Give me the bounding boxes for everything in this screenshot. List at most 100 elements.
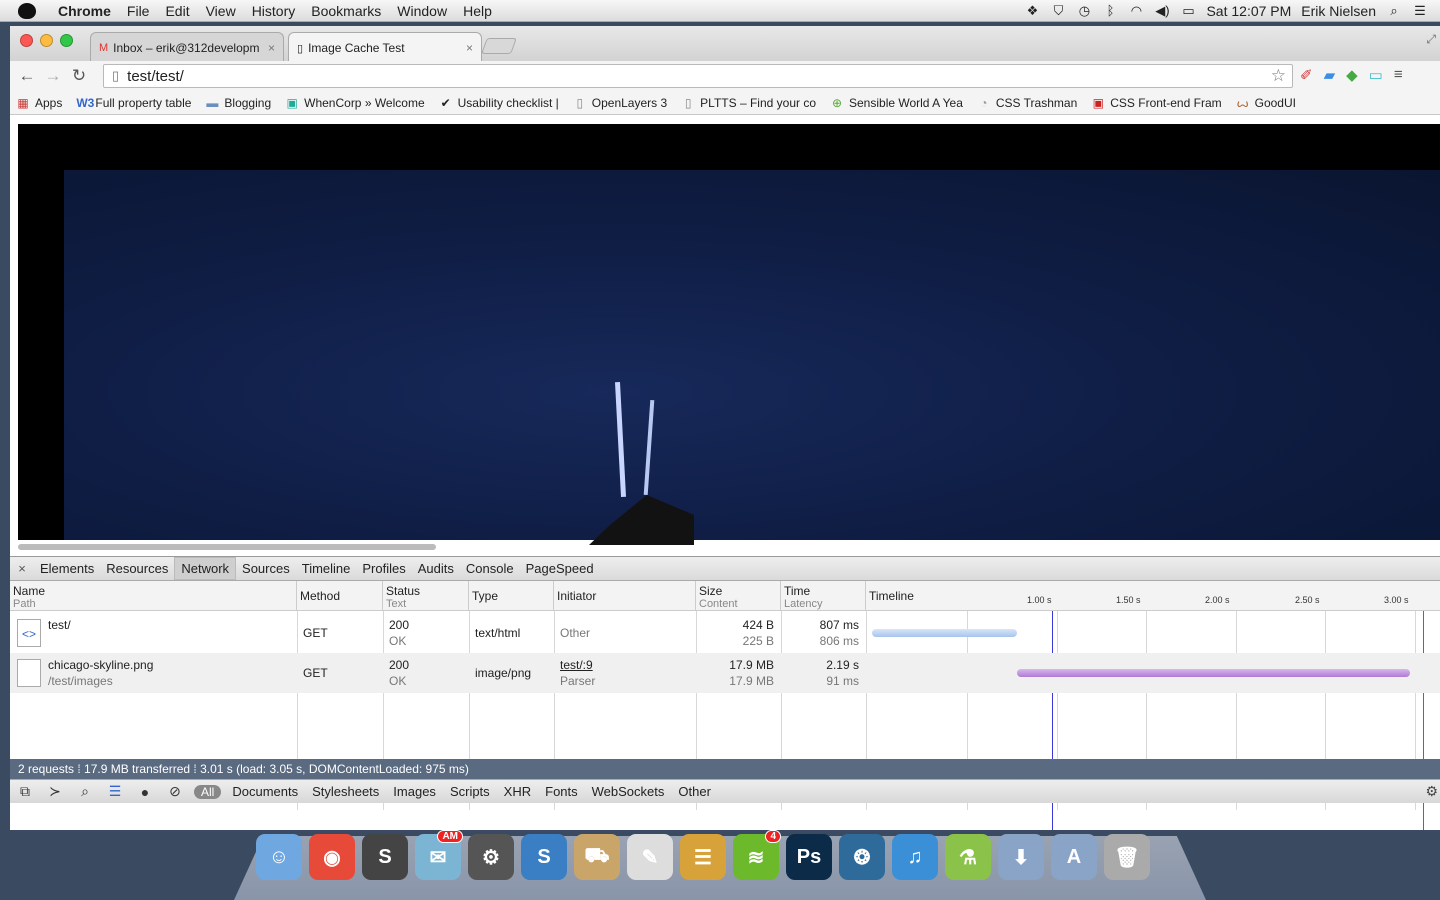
extension-green-icon[interactable]: ◆ [1346, 66, 1358, 84]
record-icon[interactable]: ● [130, 784, 160, 800]
bookmark-sensible-world[interactable]: ⊕ Sensible World A Yea [830, 96, 963, 110]
horizontal-scrollbar[interactable] [18, 544, 436, 550]
settings-gear-icon[interactable]: ⚙ [1425, 783, 1438, 800]
dock-side-icon[interactable]: ⧉ [10, 783, 40, 800]
sourcetree-icon[interactable]: ❂ [839, 834, 885, 880]
preferences-icon[interactable]: ⚙ [468, 834, 514, 880]
address-bar[interactable]: ▯ test/test/ ☆ [103, 64, 1293, 88]
menu-window[interactable]: Window [389, 3, 455, 19]
close-tab-icon[interactable]: × [466, 41, 473, 55]
bookmark-css-trashman[interactable]: ◔ CSS Trashman [977, 96, 1077, 110]
tab-sources[interactable]: Sources [236, 558, 296, 579]
bookmark-blogging[interactable]: ▬ Blogging [205, 96, 271, 110]
volume-icon[interactable]: ◀) [1154, 4, 1170, 18]
downloads-folder-icon[interactable]: ⬇ [998, 834, 1044, 880]
bookmark-pltts[interactable]: ▯ PLTTS – Find your co [681, 96, 816, 110]
network-row[interactable]: <> test/ GET 200 OK text/html Other 424 B… [10, 613, 1440, 653]
fullscreen-icon[interactable]: ⤢ [1426, 32, 1436, 47]
menu-view[interactable]: View [198, 3, 244, 19]
tab-audits[interactable]: Audits [412, 558, 460, 579]
spotify-icon[interactable]: ≋ 4 [733, 830, 781, 880]
filter-images[interactable]: Images [386, 784, 443, 799]
column-initiator[interactable]: Initiator [554, 581, 696, 610]
clear-icon[interactable]: ⊘ [160, 783, 190, 800]
tab-gmail[interactable]: M Inbox – erik@312developm × [90, 32, 284, 62]
column-type[interactable]: Type [469, 581, 554, 610]
tab-console[interactable]: Console [460, 558, 520, 579]
battery-icon[interactable]: ▭ [1180, 4, 1196, 18]
filter-scripts[interactable]: Scripts [443, 784, 497, 799]
extension-blue-icon[interactable]: ▰ [1324, 66, 1336, 84]
wifi-icon[interactable]: ◠ [1128, 4, 1144, 18]
large-rows-icon[interactable]: ☰ [100, 783, 130, 800]
shield-status-icon[interactable]: ⛉ [1050, 4, 1066, 18]
column-timeline[interactable]: Timeline 1.00 s 1.50 s 2.00 s 2.50 s 3.0… [866, 581, 1440, 610]
dropbox-icon[interactable]: ❖ [1024, 4, 1040, 18]
search-icon[interactable]: ⌕ [70, 783, 100, 800]
initiator-link[interactable]: test/:9 [560, 658, 593, 672]
apple-menu-icon[interactable] [18, 2, 36, 19]
menu-bookmarks[interactable]: Bookmarks [303, 3, 389, 19]
filter-xhr[interactable]: XHR [497, 784, 538, 799]
bookmark-whencorp[interactable]: ▣ WhenCorp » Welcome [285, 96, 424, 110]
bookmark-usability-checklist[interactable]: ✔ Usability checklist | [439, 96, 559, 110]
textedit-icon[interactable]: ✎ [627, 834, 673, 880]
notification-center-icon[interactable]: ☰ [1412, 4, 1428, 18]
bookmark-apps[interactable]: ▦ Apps [16, 96, 62, 110]
column-time[interactable]: Time Latency [781, 581, 866, 610]
zoom-window-button[interactable] [60, 34, 73, 47]
filter-stylesheets[interactable]: Stylesheets [305, 784, 386, 799]
reload-icon[interactable]: ↻ [66, 66, 92, 86]
column-name[interactable]: Name Path [10, 581, 297, 610]
menu-app-name[interactable]: Chrome [50, 3, 119, 19]
bluetooth-icon[interactable]: ᛒ [1102, 4, 1118, 18]
bookmark-css-front-end[interactable]: ▣ CSS Front-end Fram [1091, 96, 1222, 110]
tab-elements[interactable]: Elements [34, 558, 100, 579]
applications-folder-icon[interactable]: A [1051, 834, 1097, 880]
column-status[interactable]: Status Text [383, 581, 469, 610]
chrome-menu-icon[interactable]: ≡ [1394, 66, 1403, 84]
menu-clock[interactable]: Sat 12:07 PM [1206, 3, 1291, 19]
flask-icon[interactable]: ⚗ [945, 834, 991, 880]
new-tab-button[interactable] [481, 38, 517, 54]
filter-documents[interactable]: Documents [225, 784, 305, 799]
menu-file[interactable]: File [119, 3, 158, 19]
bookmark-goodui[interactable]: ꙍ GoodUI [1236, 96, 1296, 110]
bookmark-openlayers[interactable]: ▯ OpenLayers 3 [573, 96, 667, 110]
tab-network[interactable]: Network [174, 557, 237, 580]
column-method[interactable]: Method [297, 581, 383, 610]
tab-image-cache-test[interactable]: ▯ Image Cache Test × [288, 32, 482, 63]
tab-profiles[interactable]: Profiles [356, 558, 411, 579]
transmit-icon[interactable]: ⛟ [574, 834, 620, 880]
finder-icon[interactable]: ☺ [256, 834, 302, 880]
menu-history[interactable]: History [244, 3, 304, 19]
column-size[interactable]: Size Content [696, 581, 781, 610]
bookmark-star-icon[interactable]: ☆ [1271, 66, 1286, 86]
sequel-icon[interactable]: ☰ [680, 834, 726, 880]
filter-other[interactable]: Other [671, 784, 718, 799]
tab-resources[interactable]: Resources [100, 558, 174, 579]
menu-help[interactable]: Help [455, 3, 500, 19]
s-app-icon[interactable]: S [521, 834, 567, 880]
console-drawer-icon[interactable]: ≻ [40, 783, 70, 800]
minimize-window-button[interactable] [40, 34, 53, 47]
close-window-button[interactable] [20, 34, 33, 47]
bookmark-full-property-table[interactable]: W3 Full property table [76, 96, 191, 110]
filter-websockets[interactable]: WebSockets [585, 784, 672, 799]
back-icon[interactable]: ← [14, 66, 40, 86]
filter-fonts[interactable]: Fonts [538, 784, 585, 799]
extension-chat-icon[interactable]: ▭ [1369, 66, 1383, 84]
close-tab-icon[interactable]: × [268, 41, 275, 55]
menu-edit[interactable]: Edit [157, 3, 197, 19]
filter-all[interactable]: All [194, 784, 222, 799]
menu-user[interactable]: Erik Nielsen [1301, 3, 1376, 19]
page-viewport[interactable] [10, 116, 1440, 556]
close-devtools-icon[interactable]: × [10, 561, 34, 576]
forward-icon[interactable]: → [40, 66, 66, 86]
itunes-icon[interactable]: ♫ [892, 834, 938, 880]
time-machine-icon[interactable]: ◷ [1076, 4, 1092, 18]
evernote-icon[interactable]: ✉ AM [415, 830, 463, 880]
photoshop-icon[interactable]: Ps [786, 834, 832, 880]
network-row[interactable]: chicago-skyline.png/test/images GET 200 O… [10, 653, 1440, 693]
tab-timeline[interactable]: Timeline [296, 558, 357, 579]
